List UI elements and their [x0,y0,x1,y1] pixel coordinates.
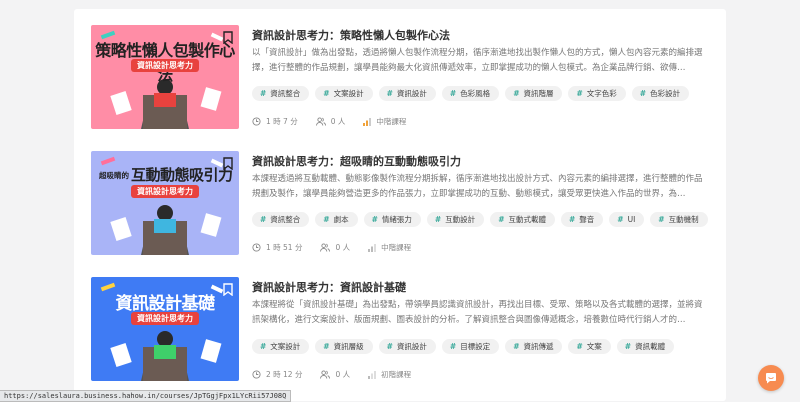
course-thumbnail[interactable]: 超吸睛的 互動動態吸引力 資訊設計思考力 [91,151,239,255]
course-students: 0 人 [335,370,351,379]
course-level: 初階課程 [381,370,412,379]
tag-chip[interactable]: # 文案設計 [315,86,373,101]
bookmark-icon[interactable] [223,31,233,44]
thumbnail-subheading: 資訊設計思考力 [131,312,199,325]
chat-button[interactable] [758,365,784,391]
tag-chip[interactable]: # 文案 [568,339,611,354]
users-icon [315,117,326,126]
course-title[interactable]: 資訊設計思考力：策略性懶人包製作心法 [252,27,450,43]
tag-chip[interactable]: # 情緒張力 [363,212,421,227]
tag-chip[interactable]: # 互動式載體 [490,212,555,227]
course-title[interactable]: 資訊設計思考力：資訊設計基礎 [252,279,406,295]
tag-chip[interactable]: # 聲音 [560,212,604,227]
clock-icon [252,117,261,126]
course-thumbnail[interactable]: 資訊設計基礎 資訊設計思考力 [91,277,239,381]
course-description: 本課程將從「資訊設計基礎」為出發點，帶領學員認識資訊設計，再找出目標、受眾、策略… [252,300,703,325]
thumbnail-subheading: 資訊設計思考力 [131,59,199,72]
chat-icon [766,373,776,384]
course-duration: 2 時 12 分 [266,370,303,379]
level-bars-icon [368,243,377,252]
thumbnail-subheading: 資訊設計思考力 [131,185,199,198]
tag-list: # 文案設計 # 資訊層級 # 資訊設計 # 目標設定 # 資訊傳遞 # 文案 # 資訊載體 [252,339,675,354]
link-status-bar: https://saleslaura.business.hahow.in/cou… [0,390,292,402]
course-thumbnail[interactable]: 策略性懶人包製作心法 資訊設計思考力 [91,25,239,129]
tag-chip[interactable]: # 資訊整合 [252,86,310,101]
course-description: 以「資訊設計」做為出發點，透過將懶人包製作流程分期，循序漸進地找出製作懶人包的方… [252,48,703,73]
clock-icon [252,243,261,252]
bookmark-icon[interactable] [223,157,233,170]
course-students: 0 人 [330,117,346,126]
bookmark-icon[interactable] [223,283,233,296]
course-item[interactable]: 策略性懶人包製作心法 資訊設計思考力 資訊設計思考力：策略性懶人包製作心法 以「… [91,25,711,135]
tag-chip[interactable]: # 互動設計 [426,212,485,227]
course-meta: 1 時 51 分 0 人 中階課程 [252,242,429,253]
tag-chip[interactable]: # 色彩風格 [441,86,500,101]
course-description: 本課程透過將互動載體、動態影像製作流程分期拆解，循序漸進地找出設計方式、內容元素… [252,174,703,199]
tag-list: # 資訊整合 # 文案設計 # 資訊設計 # 色彩風格 # 資訊階層 # 文字色彩 # 色彩設… [252,86,690,101]
course-meta: 2 時 12 分 0 人 初階課程 [252,369,429,380]
tag-chip[interactable]: # 資訊設計 [378,339,436,354]
course-level: 中階課程 [376,117,407,126]
tag-chip[interactable]: # 資訊整合 [252,212,310,227]
course-item[interactable]: 資訊設計基礎 資訊設計思考力 資訊設計思考力：資訊設計基礎 本課程將從「資訊設計… [91,277,711,387]
tag-list: # 資訊整合 # 劇本 # 情緒張力 # 互動設計 # 互動式載體 # 聲音 # UI # 互動… [252,212,708,227]
tag-chip[interactable]: # 資訊階層 [505,86,563,101]
users-icon [320,243,331,252]
clock-icon [252,370,261,379]
course-meta: 1 時 7 分 0 人 中階課程 [252,116,424,127]
tag-chip[interactable]: # 色彩設計 [631,86,690,101]
thumbnail-heading: 資訊設計基礎 [115,294,216,314]
tag-chip[interactable]: # 資訊設計 [378,86,436,101]
tag-chip[interactable]: # 資訊載體 [616,339,675,354]
tag-chip[interactable]: # UI [609,212,645,227]
level-bars-icon [368,370,377,379]
course-list-card: 策略性懶人包製作心法 資訊設計思考力 資訊設計思考力：策略性懶人包製作心法 以「… [74,9,726,401]
level-bars-icon [363,117,372,126]
course-title[interactable]: 資訊設計思考力：超吸睛的互動動態吸引力 [252,153,461,169]
course-duration: 1 時 7 分 [266,117,298,126]
course-level: 中階課程 [381,243,412,252]
tag-chip[interactable]: # 資訊傳遞 [505,339,563,354]
thumbnail-heading: 互動動態吸引力 [131,166,233,184]
tag-chip[interactable]: # 文案設計 [252,339,310,354]
tag-chip[interactable]: # 劇本 [315,212,358,227]
users-icon [320,370,331,379]
tag-chip[interactable]: # 目標設定 [441,339,500,354]
course-students: 0 人 [335,243,351,252]
tag-chip[interactable]: # 互動機制 [650,212,708,227]
tag-chip[interactable]: # 文字色彩 [568,86,626,101]
course-item[interactable]: 超吸睛的 互動動態吸引力 資訊設計思考力 資訊設計思考力：超吸睛的互動動態吸引力… [91,151,711,261]
course-duration: 1 時 51 分 [266,243,303,252]
thumbnail-prefix: 超吸睛的 [99,171,129,180]
tag-chip[interactable]: # 資訊層級 [315,339,373,354]
